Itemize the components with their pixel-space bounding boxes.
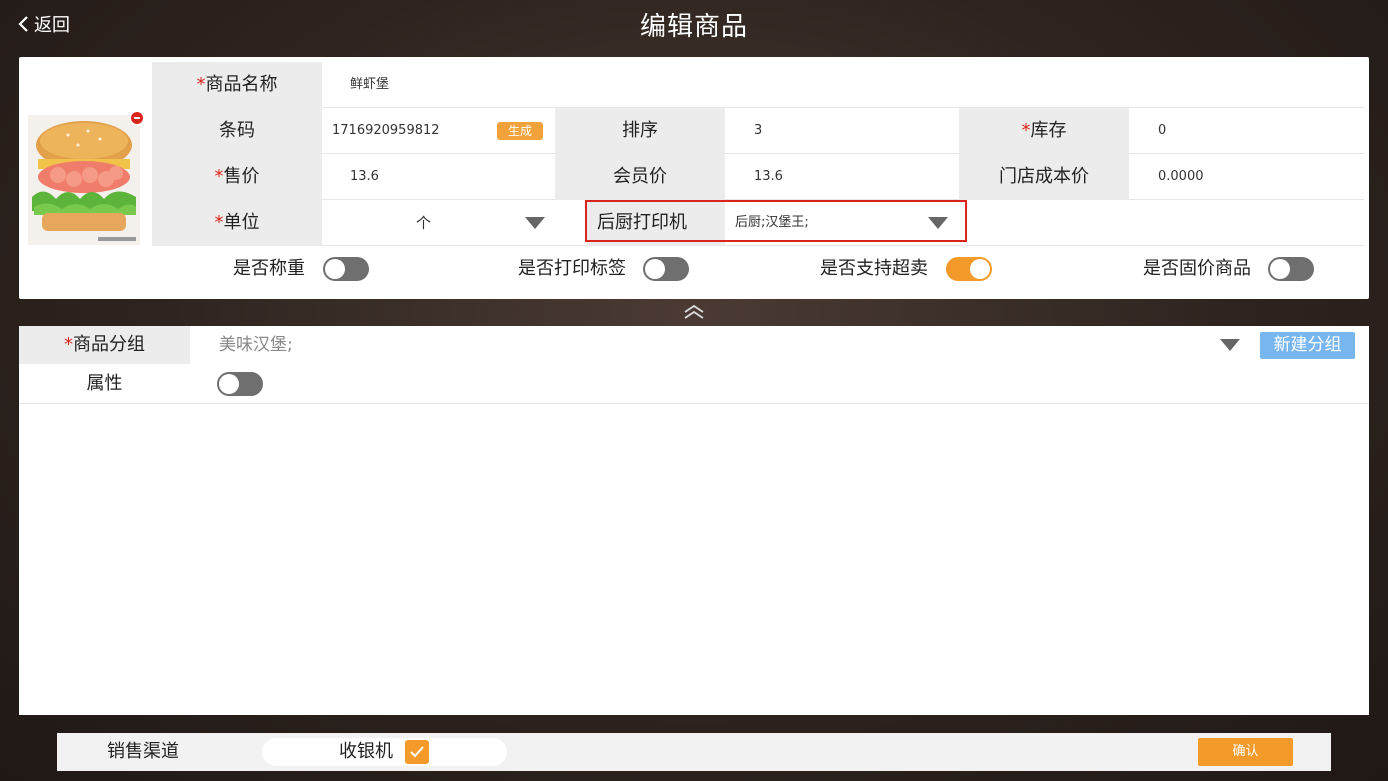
group-select[interactable]: 美味汉堡; <box>219 326 293 364</box>
confirm-button[interactable]: 确认 <box>1198 738 1293 766</box>
price-label: *售价 <box>152 154 322 200</box>
barcode-label: 条码 <box>152 108 322 154</box>
page-title: 编辑商品 <box>639 12 748 42</box>
group-dropdown-icon[interactable] <box>1220 339 1240 351</box>
weighing-label: 是否称重 <box>233 258 305 279</box>
print-label-label: 是否打印标签 <box>518 258 626 279</box>
divider <box>19 403 1369 404</box>
print-label-toggle[interactable] <box>643 257 689 281</box>
name-label: *商品名称 <box>152 62 322 108</box>
barcode-field[interactable]: 1716920959812 <box>332 108 440 154</box>
sort-field[interactable]: 3 <box>754 108 762 154</box>
stock-field[interactable]: 0 <box>1158 108 1166 154</box>
cashier-label: 收银机 <box>339 741 393 762</box>
cashier-checkbox[interactable] <box>405 740 429 764</box>
burger-image <box>28 115 140 245</box>
channel-option: 收银机 <box>262 738 507 766</box>
sort-label: 排序 <box>555 108 725 154</box>
row-toggles: 是否称重 是否打印标签 是否支持超卖 是否固价商品 <box>152 246 1364 292</box>
row-name: *商品名称 鲜虾堡 <box>152 62 1364 108</box>
sales-channel-label: 销售渠道 <box>107 741 179 762</box>
fixed-price-toggle[interactable] <box>1268 257 1314 281</box>
product-info-panel: *商品名称 鲜虾堡 条码 1716920959812 生成 排序 3 *库存 0… <box>19 57 1369 299</box>
generate-barcode-button[interactable]: 生成 <box>497 122 543 140</box>
fixed-price-label: 是否固价商品 <box>1143 258 1251 279</box>
attribute-label: 属性 <box>86 373 123 394</box>
new-group-button[interactable]: 新建分组 <box>1260 332 1355 359</box>
name-field[interactable]: 鲜虾堡 <box>350 62 389 108</box>
footer-bar: 销售渠道 收银机 确认 <box>57 733 1331 771</box>
store-cost-field[interactable]: 0.0000 <box>1158 154 1204 200</box>
row-unit: *单位 个 后厨打印机 后厨;汉堡王; <box>152 200 1364 246</box>
unit-label: *单位 <box>152 200 322 246</box>
product-image[interactable] <box>28 111 144 245</box>
group-panel: *商品分组 美味汉堡; 新建分组 属性 <box>19 326 1369 715</box>
member-price-field[interactable]: 13.6 <box>754 154 783 200</box>
oversell-toggle[interactable] <box>946 257 992 281</box>
member-price-label: 会员价 <box>555 154 725 200</box>
check-icon <box>410 746 424 758</box>
kitchen-printer-highlight <box>585 200 967 242</box>
weighing-toggle[interactable] <box>323 257 369 281</box>
row-barcode: 条码 1716920959812 生成 排序 3 *库存 0 <box>152 108 1364 154</box>
unit-select[interactable]: 个 <box>416 200 431 246</box>
store-cost-label: 门店成本价 <box>959 154 1129 200</box>
oversell-label: 是否支持超卖 <box>820 258 928 279</box>
collapse-up-icon[interactable] <box>682 304 706 320</box>
price-field[interactable]: 13.6 <box>350 154 379 200</box>
group-label: *商品分组 <box>19 326 190 364</box>
stock-label: *库存 <box>959 108 1129 154</box>
remove-image-icon[interactable] <box>130 111 144 125</box>
attribute-toggle[interactable] <box>217 372 263 396</box>
unit-dropdown-icon[interactable] <box>525 217 545 229</box>
row-price: *售价 13.6 会员价 13.6 门店成本价 0.0000 <box>152 154 1364 200</box>
